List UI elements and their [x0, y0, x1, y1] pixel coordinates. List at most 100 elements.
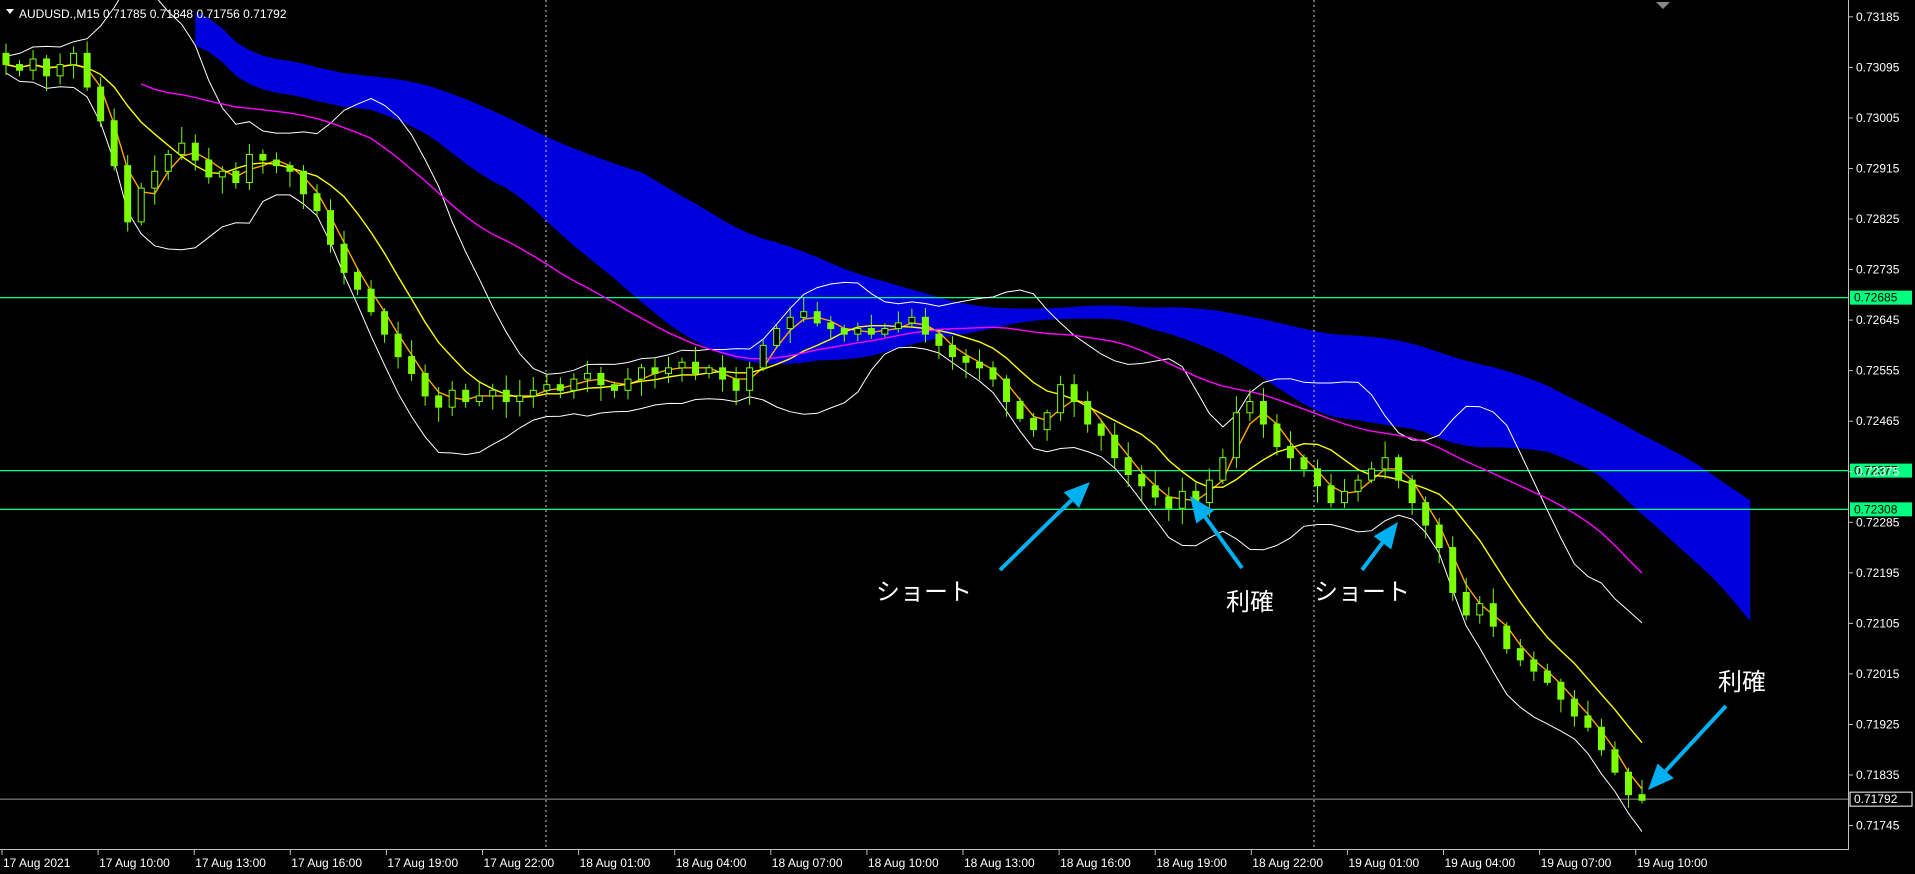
y-tick-label: 0.71745 — [1856, 819, 1900, 833]
candle-body — [719, 367, 727, 380]
candle-body — [773, 328, 781, 346]
current-price-label: 0.71792 — [1854, 792, 1898, 806]
price-chart[interactable]: 0.726850.723770.723080.71792 ショート 利確 ショート利… — [0, 0, 1915, 874]
candle-body — [692, 361, 700, 374]
y-tick-label: 0.72195 — [1856, 566, 1900, 580]
y-tick-label: 0.71835 — [1856, 768, 1900, 782]
candle-body — [97, 86, 105, 122]
candle-body — [245, 153, 253, 184]
candle-body — [624, 378, 632, 391]
y-tick-label: 0.72735 — [1856, 263, 1900, 277]
annotation-label: 利確 — [1226, 588, 1274, 616]
candle-body — [1611, 749, 1619, 773]
candle-body — [2, 52, 10, 66]
candle-body — [1111, 434, 1119, 459]
candle-body — [651, 367, 659, 374]
price-axis-divider — [1848, 0, 1849, 850]
candle-body — [124, 165, 132, 223]
candle-body — [83, 52, 91, 88]
x-tick-label: 18 Aug 01:00 — [580, 856, 651, 870]
candle-body — [746, 367, 754, 391]
candle-body — [1341, 490, 1349, 504]
y-tick-label: 0.73005 — [1856, 111, 1900, 125]
candle-body — [800, 311, 808, 318]
candle-body — [1570, 698, 1578, 717]
candle-body — [1084, 401, 1092, 425]
candle-body — [462, 389, 470, 403]
candle-body — [935, 333, 943, 346]
y-tick-label: 0.72375 — [1856, 465, 1900, 479]
y-tick-label: 0.72105 — [1856, 616, 1900, 630]
candle-body — [1057, 384, 1065, 414]
candle-body — [1503, 625, 1511, 650]
candle-body — [827, 322, 835, 330]
candle-body — [1530, 659, 1538, 672]
candle-body — [1232, 412, 1240, 459]
candle-body — [489, 389, 497, 397]
candle-body — [1178, 490, 1186, 509]
candle-body — [56, 64, 64, 77]
candle-body — [259, 153, 267, 161]
candle-body — [921, 316, 929, 335]
level-price-label: 0.72308 — [1854, 502, 1898, 516]
candle-body — [597, 372, 605, 386]
candle-body — [340, 243, 348, 273]
candle-body — [732, 378, 740, 391]
candle-body — [1165, 496, 1173, 509]
x-tick-label: 18 Aug 16:00 — [1060, 856, 1131, 870]
candle-body — [137, 187, 145, 223]
candle-body — [1408, 479, 1416, 504]
candle-body — [1016, 401, 1024, 419]
level-price-label: 0.72685 — [1854, 291, 1898, 305]
candle-body — [1043, 412, 1051, 431]
y-tick-label: 0.72645 — [1856, 313, 1900, 327]
candle-body — [1381, 457, 1389, 470]
candle-body — [1273, 423, 1281, 447]
candle-body — [16, 64, 24, 71]
candle-body — [1286, 445, 1294, 459]
candle-body — [110, 120, 118, 167]
candle-body — [1395, 457, 1403, 481]
candle-body — [705, 367, 713, 374]
candle-body — [313, 193, 321, 212]
candle-body — [448, 389, 456, 408]
x-tick-label: 17 Aug 22:00 — [484, 856, 555, 870]
candle-body — [1219, 457, 1227, 481]
candle-body — [665, 367, 673, 374]
candle-body — [1246, 401, 1254, 414]
candle-body — [867, 328, 875, 335]
x-tick-label: 19 Aug 07:00 — [1541, 856, 1612, 870]
y-tick-label: 0.73095 — [1856, 60, 1900, 74]
x-tick-label: 17 Aug 16:00 — [291, 856, 362, 870]
x-tick-label: 18 Aug 13:00 — [964, 856, 1035, 870]
candle-body — [543, 384, 551, 391]
candle-body — [1030, 417, 1038, 431]
candle-body — [1124, 457, 1132, 476]
candle-body — [502, 389, 510, 403]
candle-body — [286, 165, 294, 172]
candle-body — [962, 356, 970, 363]
candle-body — [570, 378, 578, 391]
candle-body — [70, 52, 78, 66]
candle-body — [232, 170, 240, 184]
candle-body — [1435, 524, 1443, 549]
candle-body — [529, 389, 537, 397]
candle-body — [1097, 423, 1105, 436]
candle-body — [205, 159, 213, 178]
candle-body — [948, 344, 956, 358]
candle-body — [1489, 603, 1497, 627]
candle-body — [408, 356, 416, 374]
candle-body — [1476, 603, 1484, 616]
candle-body — [367, 288, 375, 313]
candle-body — [1314, 468, 1322, 487]
candle-body — [1462, 591, 1470, 616]
candle-body — [637, 367, 645, 380]
candle-body — [1327, 485, 1335, 504]
candle-body — [435, 395, 443, 408]
candle-body — [678, 361, 686, 369]
symbol-header: AUDUSD.,M15 0.71785 0.71848 0.71756 0.71… — [6, 7, 287, 21]
candle-body — [786, 316, 794, 330]
candle-body — [1259, 401, 1267, 425]
candle-body — [840, 328, 848, 335]
candle-body — [1543, 670, 1551, 683]
